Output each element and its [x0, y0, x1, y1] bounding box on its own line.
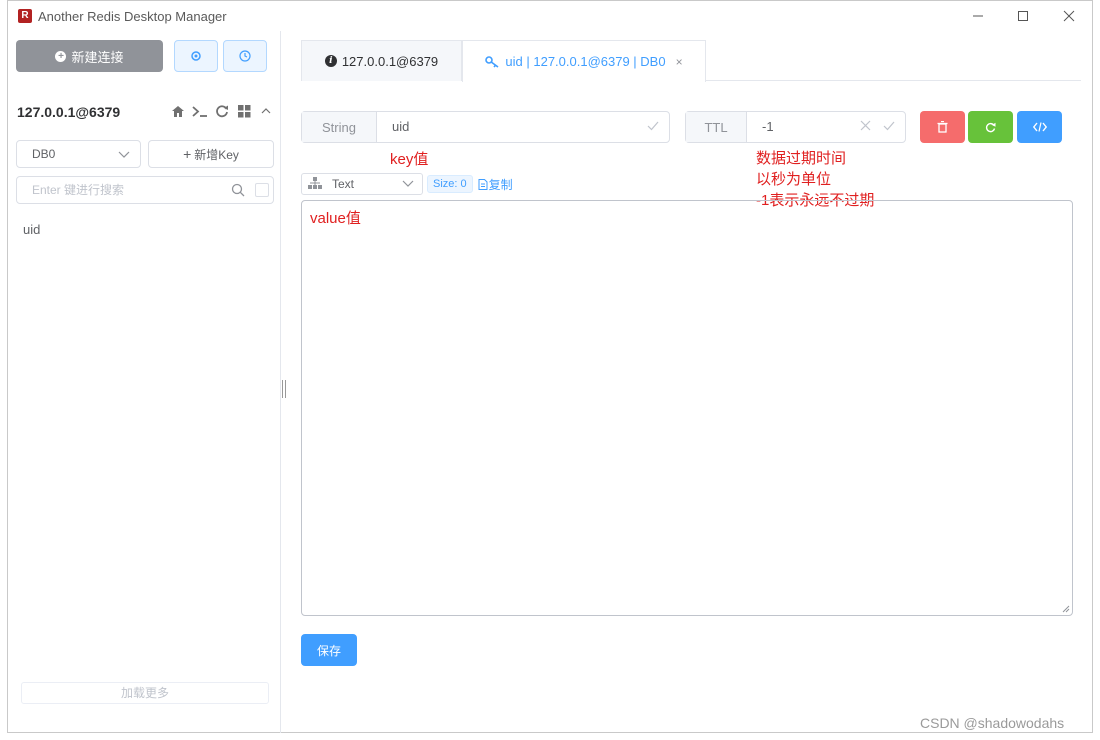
- trash-icon: [937, 121, 948, 133]
- main-pane: i 127.0.0.1@6379 uid | 127.0.0.1@6379 | …: [282, 31, 1093, 733]
- minimize-icon: [973, 15, 983, 17]
- resize-grip-icon: [1062, 605, 1070, 613]
- gear-icon: [191, 51, 201, 61]
- tree-icon: [308, 177, 322, 189]
- view-format-select[interactable]: Text: [301, 173, 423, 195]
- info-icon: i: [324, 55, 337, 67]
- settings-button[interactable]: [174, 40, 218, 72]
- terminal-icon[interactable]: [192, 103, 208, 119]
- dump-command-button[interactable]: [1017, 111, 1062, 143]
- add-key-button[interactable]: + 新增Key: [148, 140, 274, 168]
- value-annotation: value值: [310, 210, 361, 227]
- ttl-annotation-line2: 以秒为单位: [756, 171, 832, 188]
- view-format-value: Text: [332, 177, 355, 191]
- connection-name[interactable]: 127.0.0.1@6379: [17, 104, 120, 120]
- load-more-button[interactable]: 加载更多: [21, 682, 269, 704]
- pane-splitter-handle[interactable]: [282, 380, 286, 398]
- search-icon: [231, 183, 245, 197]
- document-icon: [478, 178, 488, 190]
- key-icon: [485, 56, 499, 68]
- refresh-icon[interactable]: [214, 103, 230, 119]
- add-key-label: 新增Key: [194, 147, 239, 162]
- maximize-button[interactable]: [1008, 5, 1038, 27]
- tab-label: uid | 127.0.0.1@6379 | DB0: [505, 54, 666, 69]
- connection-toolbar: [170, 103, 274, 119]
- key-name-input[interactable]: uid: [377, 112, 669, 142]
- minimize-button[interactable]: [963, 5, 993, 27]
- search-placeholder: Enter 键进行搜索: [32, 183, 125, 197]
- key-type-label: String: [302, 112, 377, 142]
- clear-icon: [860, 120, 871, 131]
- copy-button[interactable]: 复制: [478, 176, 513, 193]
- key-annotation: key值: [390, 151, 429, 168]
- plus-circle-icon: +: [55, 50, 67, 62]
- watermark: CSDN @shadowodahs: [920, 715, 1065, 731]
- new-connection-button[interactable]: + 新建连接: [16, 40, 163, 72]
- refresh-key-button[interactable]: [968, 111, 1013, 143]
- tab-label: 127.0.0.1@6379: [341, 53, 439, 69]
- maximize-icon: [1018, 11, 1028, 21]
- ttl-value: -1: [762, 119, 774, 134]
- ttl-input[interactable]: -1: [747, 112, 905, 142]
- save-button[interactable]: 保存: [301, 634, 357, 666]
- plus-icon: +: [183, 146, 192, 162]
- tab-key-uid[interactable]: uid | 127.0.0.1@6379 | DB0 ×: [462, 40, 706, 82]
- refresh-icon: [985, 122, 996, 132]
- app-window: R Another Redis Desktop Manager + 新建连接 1…: [7, 0, 1093, 733]
- new-connection-label: 新建连接: [71, 49, 124, 65]
- format-toolbar: Text Size: 0 复制: [301, 173, 513, 195]
- chevron-up-icon[interactable]: [258, 103, 274, 119]
- db-select-value: DB0: [32, 147, 56, 161]
- chevron-down-icon: [118, 151, 130, 158]
- chevron-down-icon: [402, 180, 414, 187]
- ttl-annotation-line1: 数据过期时间: [756, 150, 847, 167]
- copy-label: 复制: [488, 177, 513, 192]
- window-title: Another Redis Desktop Manager: [38, 9, 227, 24]
- value-textarea[interactable]: [301, 200, 1073, 616]
- check-icon: [883, 121, 895, 131]
- key-name-value: uid: [392, 119, 410, 134]
- exact-search-checkbox[interactable]: [255, 183, 269, 197]
- key-search-input[interactable]: Enter 键进行搜索: [16, 176, 274, 204]
- key-name-field: String uid: [301, 111, 670, 143]
- tab-bar: i 127.0.0.1@6379 uid | 127.0.0.1@6379 | …: [301, 40, 1081, 82]
- code-icon: [1032, 122, 1047, 132]
- clock-icon: [239, 50, 251, 62]
- ttl-label: TTL: [686, 112, 747, 142]
- close-icon: [1063, 10, 1075, 22]
- db-select[interactable]: DB0: [16, 140, 141, 168]
- history-button[interactable]: [223, 40, 267, 72]
- delete-key-button[interactable]: [920, 111, 965, 143]
- close-tab-icon[interactable]: ×: [676, 55, 683, 69]
- tab-connection-info[interactable]: i 127.0.0.1@6379: [301, 40, 462, 81]
- check-icon: [647, 121, 659, 131]
- title-bar: R Another Redis Desktop Manager: [8, 1, 1092, 31]
- key-list-item[interactable]: uid: [23, 222, 40, 237]
- home-icon[interactable]: [170, 103, 186, 119]
- ttl-field: TTL -1: [685, 111, 906, 143]
- sidebar: + 新建连接 127.0.0.1@6379 DB0 + 新增Key Enter …: [8, 31, 281, 733]
- close-window-button[interactable]: [1054, 5, 1084, 27]
- grid-icon[interactable]: [236, 103, 252, 119]
- size-badge: Size: 0: [427, 175, 473, 193]
- app-logo-icon: R: [18, 9, 32, 23]
